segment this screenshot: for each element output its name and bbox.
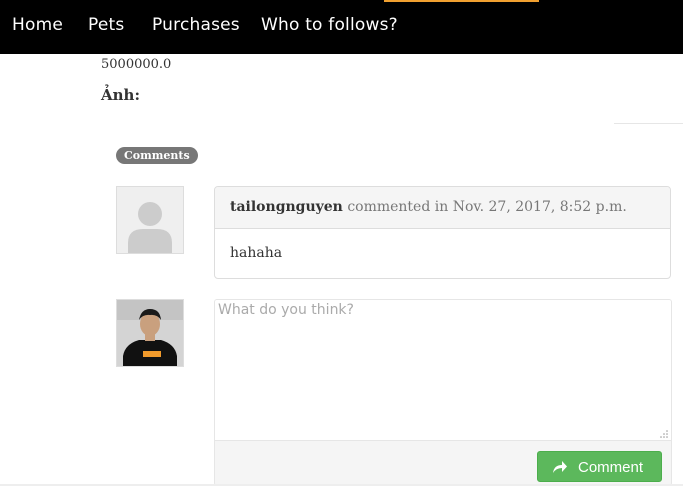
comment-panel: tailongnguyen commented in Nov. 27, 2017… bbox=[214, 186, 671, 279]
divider bbox=[614, 123, 683, 124]
comment-button-label: Comment bbox=[578, 459, 644, 476]
comment-meta: commented in Nov. 27, 2017, 8:52 p.m. bbox=[347, 199, 627, 215]
nav-home[interactable]: Home bbox=[12, 15, 63, 35]
nav-who-to-follow[interactable]: Who to follows? bbox=[261, 15, 398, 35]
top-navbar: Home Pets Purchases Who to follows? bbox=[0, 0, 683, 54]
photo-label: Ảnh: bbox=[101, 86, 140, 104]
nav-pets[interactable]: Pets bbox=[88, 15, 124, 35]
active-nav-indicator bbox=[384, 0, 539, 2]
comment-text: hahaha bbox=[230, 245, 283, 261]
comment-username[interactable]: tailongnguyen bbox=[230, 199, 343, 215]
current-user-avatar bbox=[116, 299, 184, 367]
comment-header: tailongnguyen commented in Nov. 27, 2017… bbox=[215, 187, 670, 229]
comments-badge: Comments bbox=[116, 147, 198, 164]
commenter-avatar bbox=[116, 186, 184, 254]
comment-submit-button[interactable]: Comment bbox=[537, 451, 662, 482]
default-user-icon bbox=[117, 187, 183, 253]
user-photo bbox=[117, 300, 183, 366]
resize-handle-icon[interactable] bbox=[659, 429, 668, 438]
share-arrow-icon bbox=[553, 461, 567, 473]
pet-price: 5000000.0 bbox=[101, 57, 172, 72]
nav-purchases[interactable]: Purchases bbox=[152, 15, 240, 35]
comment-textarea[interactable] bbox=[215, 300, 671, 441]
reply-form: Comment bbox=[214, 299, 672, 486]
